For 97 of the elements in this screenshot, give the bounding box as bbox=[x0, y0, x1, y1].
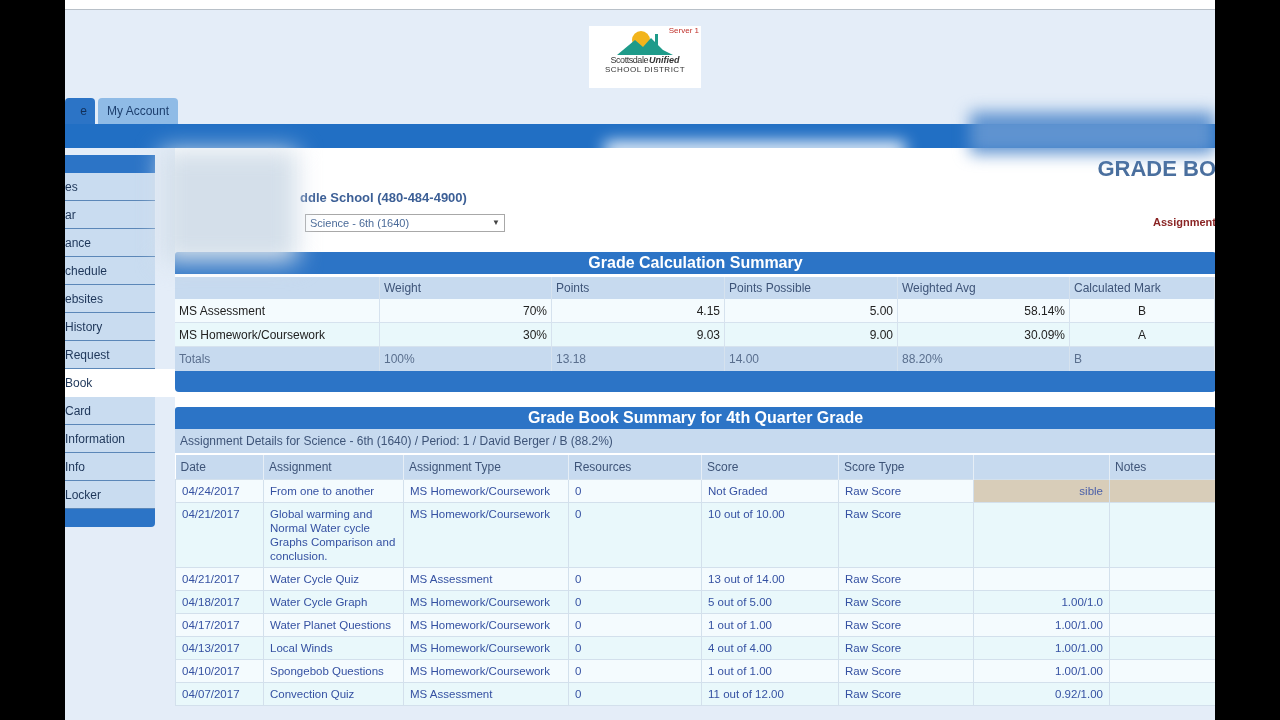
table-cell: A bbox=[1070, 323, 1215, 346]
column-header: Score Type bbox=[844, 459, 905, 474]
table-cell: 1.00/1.0 bbox=[1061, 595, 1103, 608]
table-cell: 0 bbox=[575, 572, 582, 585]
table-cell: Raw Score bbox=[845, 484, 902, 497]
table-cell: 0.92/1.00 bbox=[1055, 687, 1103, 700]
sidebar-item[interactable]: Info bbox=[65, 453, 155, 481]
table-cell: MS Homework/Coursework bbox=[410, 507, 550, 520]
section-header: Grade Book Summary for 4th Quarter Grade bbox=[175, 407, 1215, 429]
table-cell: 30% bbox=[380, 323, 552, 346]
sidebar-item[interactable]: ebsites bbox=[65, 285, 155, 313]
table-cell: 1 out of 1.00 bbox=[708, 618, 772, 631]
table-cell: Raw Score bbox=[845, 572, 902, 585]
table-cell: 04/18/2017 bbox=[182, 595, 240, 608]
sidebar-item[interactable]: chedule bbox=[65, 257, 155, 285]
table-cell: MS Assessment bbox=[410, 687, 493, 700]
table-cell: 04/21/2017 bbox=[182, 572, 240, 585]
logo-script: Unified bbox=[649, 56, 680, 65]
table-cell: 04/24/2017 bbox=[182, 484, 240, 497]
table-cell: Local Winds bbox=[270, 641, 333, 654]
table-cell: 11 out of 12.00 bbox=[708, 687, 784, 700]
table-cell: Raw Score bbox=[845, 641, 902, 654]
column-header: Notes bbox=[1115, 459, 1147, 474]
column-header: Date bbox=[180, 459, 206, 474]
table-cell: 0 bbox=[575, 484, 582, 497]
server-label: Server 1 bbox=[668, 27, 699, 35]
assignment-details: Assignment Details for Science - 6th (1640) / Period: 1 / David Berger / B (88.2%) bbox=[180, 433, 613, 450]
table-cell: MS Homework/Coursework bbox=[410, 595, 550, 608]
school-name: ddle School (480-484-4900) bbox=[300, 189, 467, 207]
nav-tab[interactable]: My Account bbox=[98, 98, 179, 124]
sidebar-item[interactable]: History bbox=[65, 313, 155, 341]
table-cell: 5 out of 5.00 bbox=[708, 595, 772, 608]
table-cell: 5.00 bbox=[725, 299, 898, 322]
table-cell: 0 bbox=[575, 507, 582, 520]
table-cell: Water Cycle Graph bbox=[270, 595, 368, 608]
table-cell: 1 out of 1.00 bbox=[708, 664, 772, 677]
column-header: Assignment bbox=[269, 459, 332, 474]
table-cell: 0 bbox=[575, 595, 582, 608]
table-cell: 1.00/1.00 bbox=[1055, 641, 1103, 654]
table-cell: Not Graded bbox=[708, 484, 768, 497]
table-cell: 9.00 bbox=[725, 323, 898, 346]
column-header: Assignment Type bbox=[409, 459, 501, 474]
table-cell: 4 out of 4.00 bbox=[708, 641, 772, 654]
table-cell: Global warming and Normal Water cycle Graphs Comparison and conclusion. bbox=[270, 507, 396, 562]
sidebar-item[interactable]: ar bbox=[65, 201, 155, 229]
table-cell: 0 bbox=[575, 687, 582, 700]
sidebar-item[interactable]: Locker bbox=[65, 481, 155, 509]
class-dropdown[interactable]: Science - 6th (1640) ▼ bbox=[305, 214, 505, 232]
table-cell: MS Assessment bbox=[410, 572, 493, 585]
logo-name: Scottsdale bbox=[610, 56, 648, 65]
table-cell: MS Assessment bbox=[175, 299, 380, 322]
table-cell: From one to another bbox=[270, 484, 375, 497]
table-cell: Spongebob Questions bbox=[270, 664, 384, 677]
table-cell: 1.00/1.00 bbox=[1055, 664, 1103, 677]
sidebar-item[interactable]: Card bbox=[65, 397, 155, 425]
table-cell: Raw Score bbox=[845, 595, 902, 608]
table-cell: Water Planet Questions bbox=[270, 618, 392, 631]
sidebar-item[interactable]: es bbox=[65, 173, 155, 201]
table-cell: MS Homework/Coursework bbox=[410, 641, 550, 654]
table-cell: 1.00/1.00 bbox=[1055, 618, 1103, 631]
sidebar-item[interactable]: Book bbox=[65, 369, 175, 397]
table-cell: MS Homework/Coursework bbox=[410, 664, 550, 677]
table-cell: MS Homework/Coursework bbox=[410, 484, 550, 497]
table-cell: MS Homework/Coursework bbox=[410, 618, 550, 631]
table-cell: 30.09% bbox=[898, 323, 1070, 346]
table-cell: MS Homework/Coursework bbox=[175, 323, 380, 346]
table-cell: 0 bbox=[575, 618, 582, 631]
table-cell: 04/21/2017 bbox=[182, 507, 240, 520]
table-cell: 04/13/2017 bbox=[182, 641, 240, 654]
logo-subtitle: SCHOOL DISTRICT bbox=[604, 66, 686, 74]
table-cell: Raw Score bbox=[845, 664, 902, 677]
table-cell: 9.03 bbox=[552, 323, 725, 346]
table-cell: B bbox=[1070, 299, 1215, 322]
table-cell: Convection Quiz bbox=[270, 687, 355, 700]
table-cell: 4.15 bbox=[552, 299, 725, 322]
table-cell: 70% bbox=[380, 299, 552, 322]
table-cell: 10 out of 10.00 bbox=[708, 507, 785, 520]
sidebar-item[interactable]: ance bbox=[65, 229, 155, 257]
table-cell: 04/17/2017 bbox=[182, 618, 240, 631]
table-cell: 04/07/2017 bbox=[182, 687, 240, 700]
page-title: GRADE BO bbox=[1097, 158, 1215, 180]
table-cell: 04/10/2017 bbox=[182, 664, 240, 677]
table-cell: 13 out of 14.00 bbox=[708, 572, 785, 585]
column-header: Resources bbox=[574, 459, 632, 474]
table-cell: 0 bbox=[575, 664, 582, 677]
table-cell: 58.14% bbox=[898, 299, 1070, 322]
column-header: Score bbox=[707, 459, 739, 474]
table-cell: Raw Score bbox=[845, 618, 902, 631]
table-cell: 0 bbox=[575, 641, 582, 654]
table-cell: sible bbox=[1079, 484, 1103, 497]
section-header: Grade Calculation Summary bbox=[175, 252, 1215, 274]
table-cell: Raw Score bbox=[845, 687, 902, 700]
table-cell: Raw Score bbox=[845, 507, 902, 520]
sidebar-item[interactable]: Information bbox=[65, 425, 155, 453]
assignment-link[interactable]: Assignment bbox=[1153, 214, 1215, 231]
table-cell: Water Cycle Quiz bbox=[270, 572, 360, 585]
sidebar-item[interactable]: Request bbox=[65, 341, 155, 369]
